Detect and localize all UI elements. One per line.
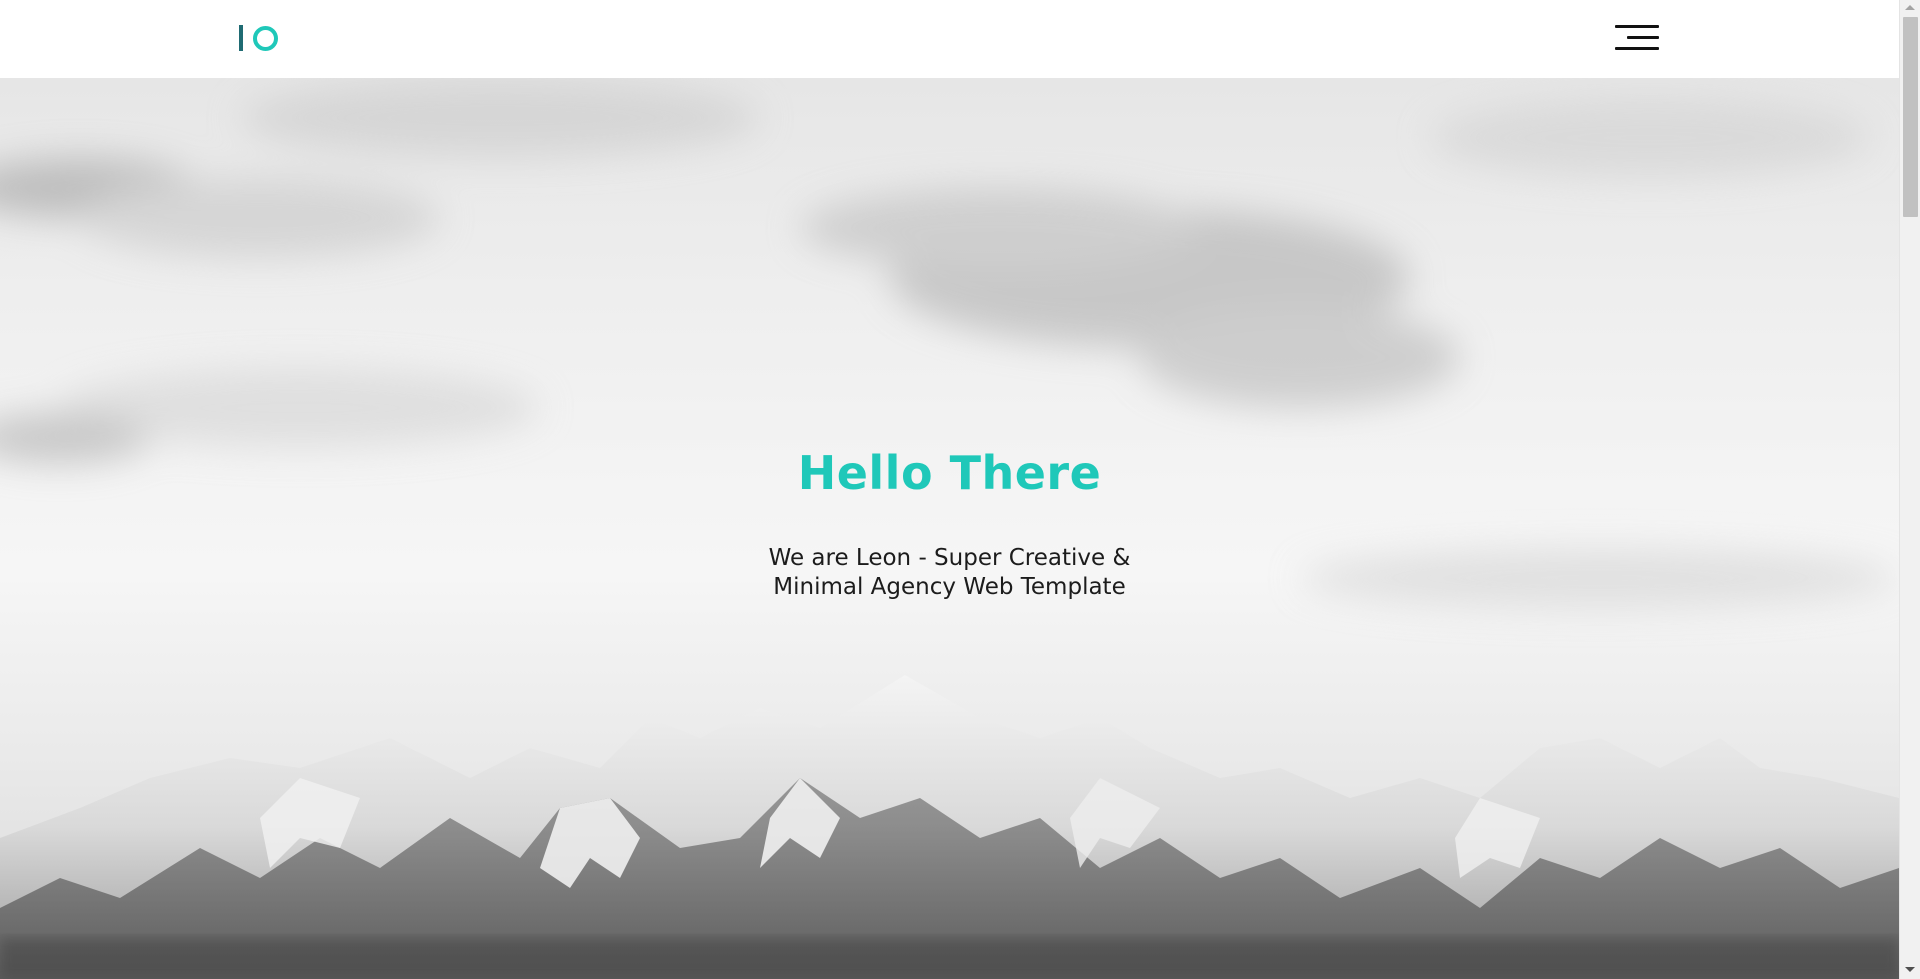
logo-ring-icon [253, 25, 278, 51]
menu-line-icon [1615, 47, 1659, 50]
scrollbar-thumb[interactable] [1903, 17, 1918, 217]
hamburger-menu-button[interactable] [1615, 24, 1659, 52]
mountain-background-image [0, 78, 1899, 979]
logo[interactable] [239, 24, 283, 52]
hero-subtitle-line: Minimal Agency Web Template [773, 574, 1126, 600]
hero-subtitle-line: We are Leon - Super Creative & [768, 545, 1131, 571]
menu-line-icon [1615, 25, 1659, 28]
scroll-up-icon[interactable] [1905, 5, 1915, 10]
scroll-down-icon[interactable] [1905, 967, 1915, 972]
logo-bar-icon [239, 25, 243, 51]
menu-line-icon [1627, 36, 1659, 39]
vertical-scrollbar[interactable] [1899, 0, 1920, 979]
hero-subtitle: We are Leon - Super Creative & Minimal A… [0, 544, 1899, 602]
hero-section: Hello There We are Leon - Super Creative… [0, 78, 1899, 979]
site-header [0, 0, 1899, 78]
hero-title: Hello There [797, 446, 1102, 500]
